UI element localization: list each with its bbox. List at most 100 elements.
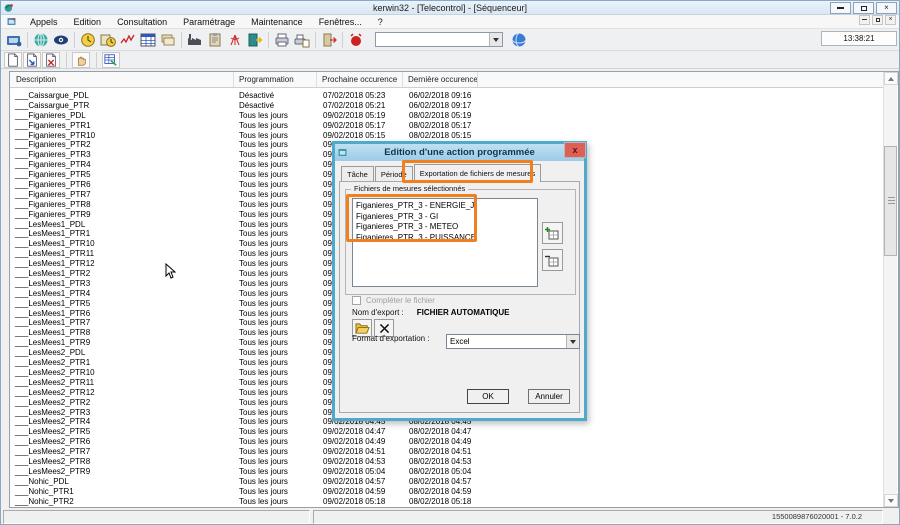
table-row[interactable]: ___LesMees2_PTR9Tous les jours09/02/2018… bbox=[11, 467, 881, 477]
copy-action-icon[interactable] bbox=[23, 52, 41, 68]
table-row[interactable]: ___LesMees2_PTR8Tous les jours09/02/2018… bbox=[11, 457, 881, 467]
cell-description: ___Figanieres_PTR7 bbox=[11, 190, 234, 200]
child-restore-button[interactable] bbox=[872, 15, 883, 25]
cell-description: ___LesMees1_PTR4 bbox=[11, 289, 234, 299]
close-button[interactable]: × bbox=[876, 2, 897, 14]
child-minimize-button[interactable] bbox=[859, 15, 870, 25]
antenna-icon[interactable] bbox=[225, 31, 245, 49]
table-row[interactable]: ___LesMees2_PTR6Tous les jours09/02/2018… bbox=[11, 437, 881, 447]
table-row[interactable]: ___Nohic_PTR2Tous les jours09/02/2018 05… bbox=[11, 497, 881, 507]
trend-curve-icon[interactable] bbox=[118, 31, 138, 49]
column-header-programmation[interactable]: Programmation bbox=[234, 72, 317, 87]
factory-icon[interactable] bbox=[185, 31, 205, 49]
cancel-button[interactable]: Annuler bbox=[528, 389, 570, 404]
column-header-prochaine-occurence[interactable]: Prochaine occurence bbox=[317, 72, 403, 87]
clock-icon[interactable] bbox=[78, 31, 98, 49]
call-computer-icon[interactable] bbox=[4, 31, 24, 49]
cell-description: ___LesMees2_PTR11 bbox=[11, 378, 234, 388]
table-row[interactable]: ___Nohic_PTR3Tous les jours09/02/201808/… bbox=[11, 506, 881, 507]
cell-programmation: Tous les jours bbox=[234, 131, 317, 141]
menu-item-?[interactable]: ? bbox=[370, 15, 391, 29]
add-file-button[interactable] bbox=[542, 222, 563, 244]
supervision-eye-icon[interactable] bbox=[51, 31, 71, 49]
cell-description: ___LesMees1_PTR9 bbox=[11, 338, 234, 348]
table-row[interactable]: ___Figanieres_PTR10Tous les jours09/02/2… bbox=[11, 131, 881, 141]
export-format-combobox[interactable]: Excel bbox=[446, 334, 580, 349]
restore-button[interactable] bbox=[853, 2, 874, 14]
table-row[interactable]: ___Figanieres_PTR1Tous les jours09/02/20… bbox=[11, 121, 881, 131]
delete-action-icon[interactable] bbox=[42, 52, 60, 68]
tab-tache[interactable]: Tâche bbox=[341, 166, 374, 182]
cell-prochaine: 07/02/2018 05:23 bbox=[317, 91, 403, 101]
printer-icon[interactable] bbox=[272, 31, 292, 49]
status-panel-left bbox=[3, 510, 310, 524]
vertical-scrollbar[interactable] bbox=[883, 72, 897, 507]
menu-bar: AppelsEditionConsultationParamétrageMain… bbox=[1, 15, 899, 29]
table-row[interactable]: ___LesMees2_PTR5Tous les jours09/02/2018… bbox=[11, 427, 881, 437]
transmission-door-icon[interactable] bbox=[245, 31, 265, 49]
column-header-description[interactable]: Description bbox=[10, 72, 234, 87]
exit-door-icon[interactable] bbox=[319, 31, 339, 49]
cell-prochaine: 09/02/2018 04:59 bbox=[317, 487, 403, 497]
sequencer-window-icon bbox=[7, 17, 16, 26]
cell-programmation: Tous les jours bbox=[234, 477, 317, 487]
annotation-box-file-list bbox=[346, 194, 477, 242]
globe-icon[interactable] bbox=[31, 31, 51, 49]
toolbar-combobox[interactable] bbox=[375, 32, 503, 47]
data-grid-icon[interactable] bbox=[138, 31, 158, 49]
table-row[interactable]: ___Nohic_PTR1Tous les jours09/02/2018 04… bbox=[11, 487, 881, 497]
dialog-close-button[interactable]: x bbox=[564, 142, 586, 158]
table-row[interactable]: ___LesMees2_PTR7Tous les jours09/02/2018… bbox=[11, 447, 881, 457]
complete-file-checkbox bbox=[352, 296, 361, 305]
cell-programmation: Tous les jours bbox=[234, 358, 317, 368]
reports-icon[interactable] bbox=[158, 31, 178, 49]
schedule-clock-icon[interactable] bbox=[98, 31, 118, 49]
dialog-title-bar[interactable]: Edition d'une action programmée bbox=[335, 144, 584, 161]
grid-export-icon[interactable] bbox=[102, 52, 120, 68]
minimize-button[interactable] bbox=[830, 2, 851, 14]
cell-description: ___LesMees2_PTR9 bbox=[11, 467, 234, 477]
cell-programmation: Désactivé bbox=[234, 91, 317, 101]
remove-file-button[interactable] bbox=[542, 249, 563, 271]
menu-item-paramtrage[interactable]: Paramétrage bbox=[175, 15, 243, 29]
cell-description: ___Nohic_PDL bbox=[11, 477, 234, 487]
cell-programmation: Tous les jours bbox=[234, 437, 317, 447]
alarm-icon[interactable] bbox=[346, 31, 366, 49]
cell-programmation: Tous les jours bbox=[234, 190, 317, 200]
scroll-up-button[interactable] bbox=[884, 72, 898, 85]
column-header-derniere-occurence[interactable]: Dernière occurence bbox=[403, 72, 478, 87]
print-preview-icon[interactable] bbox=[292, 31, 312, 49]
scrollbar-thumb[interactable] bbox=[884, 146, 897, 256]
new-action-icon[interactable] bbox=[4, 52, 22, 68]
window-title: kerwin32 - [Telecontrol] - [Séquenceur] bbox=[1, 1, 899, 15]
export-name-row: Nom d'export : FICHIER AUTOMATIQUE bbox=[352, 307, 510, 318]
toolbar-combobox-dropdown[interactable] bbox=[489, 33, 502, 46]
cell-programmation: Tous les jours bbox=[234, 160, 317, 170]
clipboard-icon[interactable] bbox=[205, 31, 225, 49]
table-row[interactable]: ___Nohic_PDLTous les jours09/02/2018 04:… bbox=[11, 477, 881, 487]
table-row[interactable]: ___Caissargue_PTRDésactivé07/02/2018 05:… bbox=[11, 101, 881, 111]
cell-description: ___LesMees2_PTR10 bbox=[11, 368, 234, 378]
child-close-button[interactable]: × bbox=[885, 15, 896, 25]
cell-derniere: 08/02/2018 04:53 bbox=[403, 457, 478, 467]
ok-button[interactable]: OK bbox=[467, 389, 509, 404]
menu-item-consultation[interactable]: Consultation bbox=[109, 15, 175, 29]
cell-description: ___Figanieres_PTR2 bbox=[11, 140, 234, 150]
app-icon bbox=[4, 3, 14, 13]
hand-icon[interactable] bbox=[72, 52, 90, 68]
export-format-dropdown[interactable] bbox=[566, 335, 579, 348]
browser-globe-icon[interactable] bbox=[509, 31, 529, 49]
cell-prochaine: 09/02/2018 04:57 bbox=[317, 477, 403, 487]
cell-programmation: Tous les jours bbox=[234, 249, 317, 259]
menu-item-maintenance[interactable]: Maintenance bbox=[243, 15, 311, 29]
cell-derniere: 08/02/2018 05:17 bbox=[403, 121, 478, 131]
menu-item-appels[interactable]: Appels bbox=[22, 15, 66, 29]
cell-programmation: Tous les jours bbox=[234, 417, 317, 427]
menu-item-fentres[interactable]: Fenêtres... bbox=[311, 15, 370, 29]
cell-programmation: Tous les jours bbox=[234, 140, 317, 150]
scroll-down-button[interactable] bbox=[884, 494, 898, 507]
menu-item-edition[interactable]: Edition bbox=[66, 15, 110, 29]
table-row[interactable]: ___Figanieres_PDLTous les jours09/02/201… bbox=[11, 111, 881, 121]
cell-description: ___Figanieres_PTR1 bbox=[11, 121, 234, 131]
table-row[interactable]: ___Caissargue_PDLDésactivé07/02/2018 05:… bbox=[11, 91, 881, 101]
